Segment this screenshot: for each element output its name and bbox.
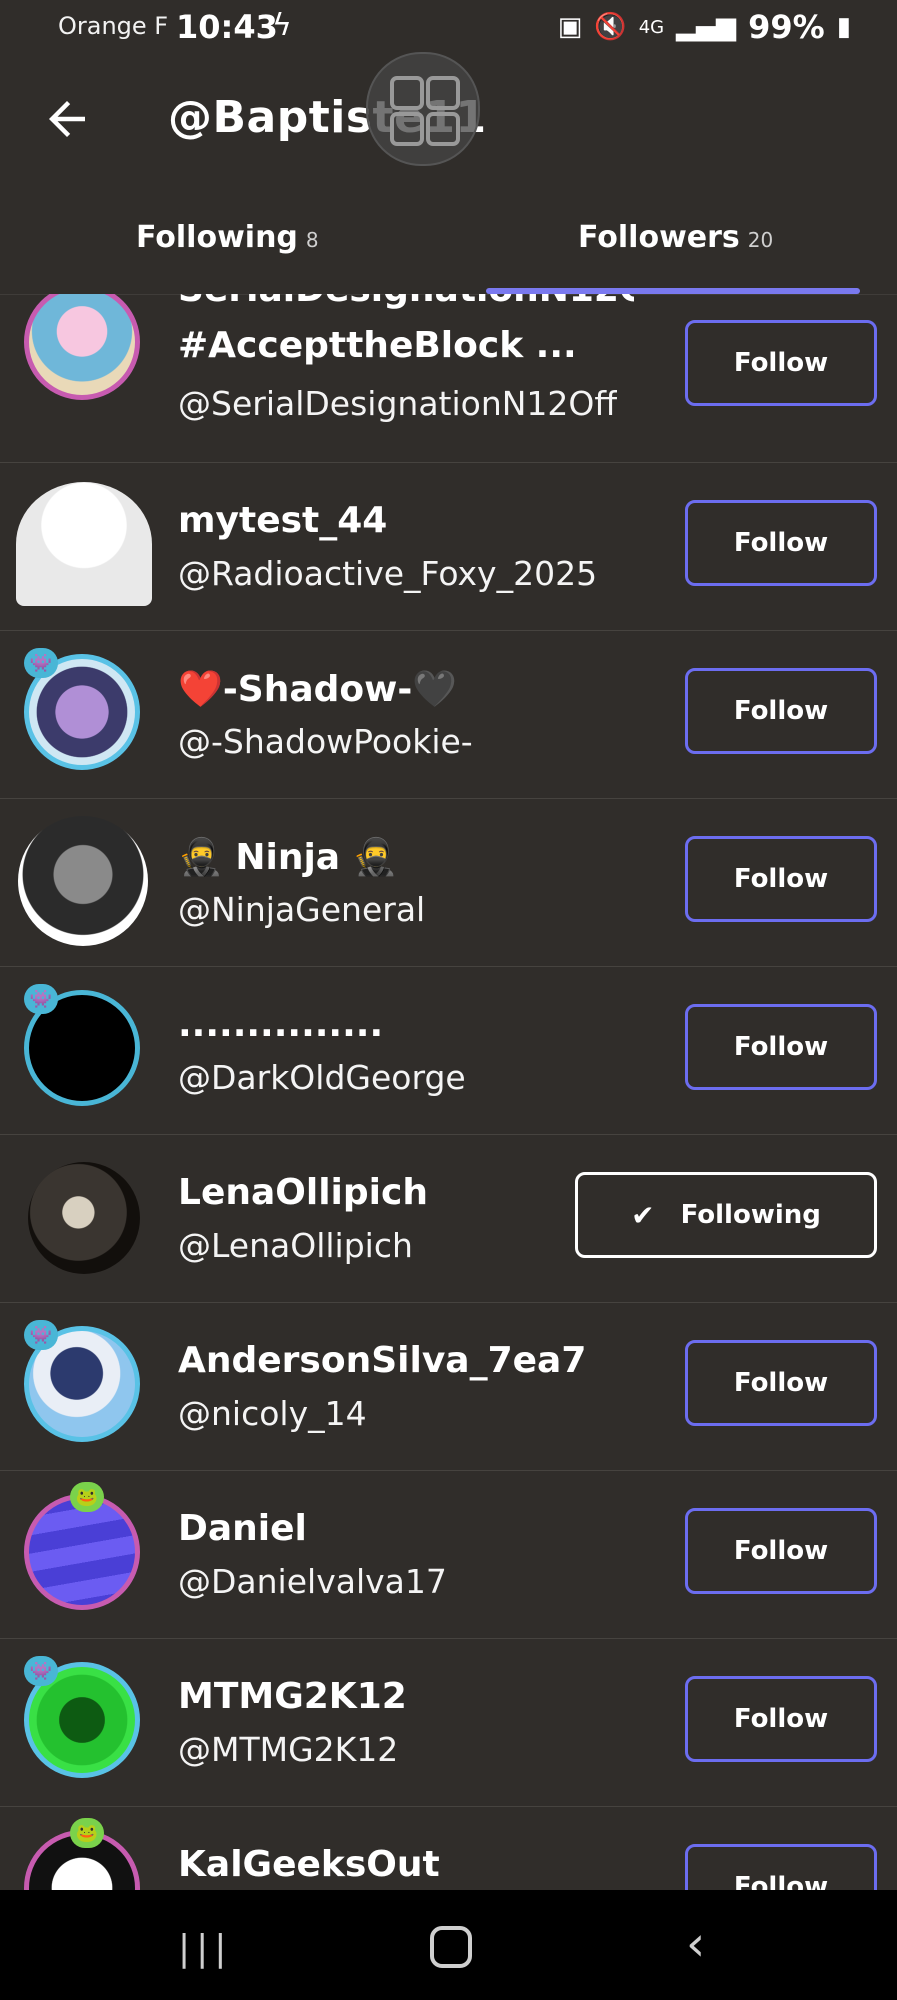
- avatar[interactable]: [16, 482, 152, 606]
- battery-icon: ▮: [836, 12, 851, 42]
- follow-button[interactable]: Follow: [685, 500, 877, 586]
- clock: 10:43: [176, 8, 278, 46]
- status-icons: ▣ 🔇 4G ▂▄▆ 99% ▮: [558, 8, 851, 46]
- list-item[interactable]: LenaOllipich @LenaOllipich ✔ Following: [0, 1134, 897, 1303]
- status-bar: Orange F 10:43 ϟ ▣ 🔇 4G ▂▄▆ 99% ▮: [0, 0, 897, 58]
- badge-icon: 👾: [24, 1320, 58, 1350]
- grid-cell-icon: [390, 76, 424, 110]
- tab-following-label: Following: [136, 220, 298, 255]
- app-bar: @Baptiste11: [0, 52, 897, 178]
- list-item[interactable]: 👾 ............... @DarkOldGeorge Follow: [0, 966, 897, 1135]
- follower-handle: @MTMG2K12: [178, 1730, 399, 1769]
- tab-bar: Following 8 Followers 20: [0, 178, 897, 295]
- badge-icon: 👾: [24, 1656, 58, 1686]
- tab-followers-count: 20: [747, 228, 774, 252]
- avatar[interactable]: [24, 294, 140, 400]
- network-label: 4G: [638, 16, 665, 38]
- follower-name-text: SerialDesignationN12Official #AccepttheB…: [178, 294, 634, 366]
- back-arrow-icon[interactable]: [40, 92, 94, 146]
- signal-icon: ▂▄▆: [676, 12, 737, 42]
- grid-cell-icon: [426, 76, 460, 110]
- follower-handle: @Danielvalva17: [178, 1562, 447, 1601]
- floating-apps-button[interactable]: [366, 52, 480, 166]
- follow-button[interactable]: Follow: [685, 1844, 877, 1890]
- follow-button[interactable]: Follow: [685, 668, 877, 754]
- follow-button[interactable]: Follow: [685, 1508, 877, 1594]
- follower-handle: @-ShadowPookie-: [178, 722, 473, 761]
- follow-button[interactable]: Follow: [685, 1004, 877, 1090]
- follower-handle: @nicoly_14: [178, 1394, 367, 1433]
- following-button[interactable]: ✔ Following: [575, 1172, 877, 1258]
- follower-handle: @NinjaGeneral: [178, 890, 426, 929]
- follower-handle: @Radioactive_Foxy_2025: [178, 554, 598, 593]
- follower-name: 🥷 Ninja 🥷: [178, 837, 398, 878]
- follower-name: LenaOllipich: [178, 1172, 428, 1213]
- badge-icon: 👾: [24, 648, 58, 678]
- frog-badge-icon: 🐸: [70, 1818, 104, 1848]
- following-button-label: Following: [680, 1200, 821, 1230]
- battery-saver-icon: ▣: [557, 12, 583, 42]
- mute-icon: 🔇: [594, 12, 627, 42]
- list-item[interactable]: 🐸 KalGeeksOut Follow: [0, 1806, 897, 1890]
- system-nav-bar: ||| ‹: [0, 1890, 897, 2000]
- list-item[interactable]: mytest_44 @Radioactive_Foxy_2025 Follow: [0, 462, 897, 631]
- list-item[interactable]: 🐸 Daniel @Danielvalva17 Follow: [0, 1470, 897, 1639]
- follower-name: Daniel: [178, 1508, 307, 1549]
- tab-following[interactable]: Following 8: [136, 220, 319, 255]
- list-item[interactable]: 👾 MTMG2K12 @MTMG2K12 Follow: [0, 1638, 897, 1807]
- carrier-label: Orange F: [58, 12, 169, 40]
- follower-name: mytest_44: [178, 500, 388, 541]
- follower-name: AndersonSilva_7ea7: [178, 1340, 587, 1381]
- avatar[interactable]: [18, 816, 148, 946]
- list-item[interactable]: SerialDesignationN12Official #AccepttheB…: [0, 294, 897, 463]
- follow-button[interactable]: Follow: [685, 320, 877, 406]
- follow-button[interactable]: Follow: [685, 836, 877, 922]
- follower-name: ❤️-Shadow-🖤: [178, 669, 458, 710]
- list-item[interactable]: 👾 AndersonSilva_7ea7 @nicoly_14 Follow: [0, 1302, 897, 1471]
- avatar[interactable]: [28, 1162, 140, 1274]
- check-icon: ✔: [631, 1198, 655, 1232]
- nav-back-icon[interactable]: ‹: [686, 1916, 705, 1972]
- recents-icon[interactable]: |||: [178, 1928, 232, 1969]
- follower-name: SerialDesignationN12Official #AccepttheB…: [178, 294, 634, 374]
- follower-handle: @LenaOllipich: [178, 1226, 413, 1265]
- frog-badge-icon: 🐸: [70, 1482, 104, 1512]
- home-icon[interactable]: [430, 1926, 472, 1968]
- followers-list[interactable]: SerialDesignationN12Official #AccepttheB…: [0, 294, 897, 1890]
- follower-name: MTMG2K12: [178, 1676, 407, 1717]
- follow-button[interactable]: Follow: [685, 1340, 877, 1426]
- follower-name: ...............: [178, 1004, 384, 1045]
- badge-icon: 👾: [24, 984, 58, 1014]
- follower-name: KalGeeksOut: [178, 1844, 440, 1885]
- tab-followers[interactable]: Followers 20: [578, 220, 773, 255]
- battery-label: 99%: [748, 8, 825, 46]
- follower-handle: @SerialDesignationN12Off: [178, 384, 618, 423]
- follow-button[interactable]: Follow: [685, 1676, 877, 1762]
- follower-handle: @DarkOldGeorge: [178, 1058, 466, 1097]
- tab-following-count: 8: [305, 228, 319, 252]
- grid-cell-icon: [426, 112, 460, 146]
- charging-icon: ϟ: [272, 8, 292, 43]
- list-item[interactable]: 👾 ❤️-Shadow-🖤 @-ShadowPookie- Follow: [0, 630, 897, 799]
- list-item[interactable]: 🥷 Ninja 🥷 @NinjaGeneral Follow: [0, 798, 897, 967]
- grid-cell-icon: [390, 112, 424, 146]
- tab-followers-label: Followers: [578, 220, 740, 255]
